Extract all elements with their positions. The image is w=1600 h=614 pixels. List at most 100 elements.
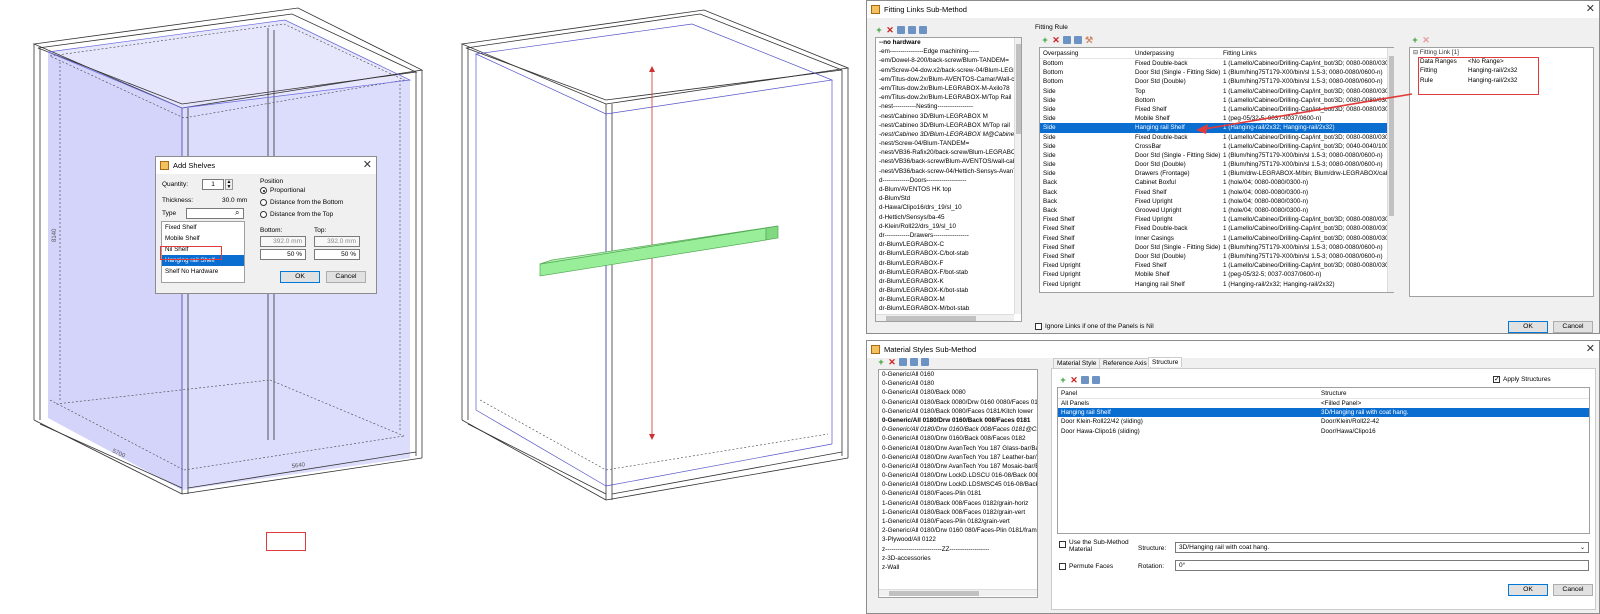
quantity-spinner[interactable]: ▲ ▼ <box>225 179 233 190</box>
material-style-item[interactable]: 0-Generic/All 0180/Drw LockD.LDSMSC45 01… <box>879 480 1037 489</box>
material-style-item[interactable]: 0-Generic/All 0180/Drw LockD.LDSCU 016-0… <box>879 471 1037 480</box>
method-item[interactable]: dr-Blum/LEGRABOX-F/bot-stab <box>876 268 1021 277</box>
copy-icon[interactable] <box>1081 376 1089 384</box>
method-item[interactable]: -nest/VB36-Rafix20/back-screw/Blum-LEGRA… <box>876 148 1021 157</box>
rule-row[interactable]: Back Grooved Upright 1 (hole/04; 0080-0080… <box>1040 206 1393 215</box>
material-style-item[interactable]: 0-Generic/All 0180/Drw 0160/Back 008/Fac… <box>879 434 1037 443</box>
material-style-item[interactable]: 0-Generic/All 0180/Back 0080 <box>879 388 1037 397</box>
method-item[interactable]: d-Blum/AVENTOS HK top <box>876 185 1021 194</box>
position-options[interactable]: Proportional Distance from the Bottom Dist… <box>260 187 343 223</box>
method-item[interactable]: d-Klein/Roll22/drs_19/sl_10 <box>876 222 1021 231</box>
rule-row[interactable]: Bottom Fixed Double-back 1 (Lamello/Cabine… <box>1040 59 1393 68</box>
methods-scrollbar[interactable] <box>1014 38 1021 314</box>
add-icon[interactable]: + <box>875 26 883 35</box>
method-item[interactable]: dr-Blum/LEGRABOX-F <box>876 259 1021 268</box>
delete-icon[interactable]: ✕ <box>886 26 894 35</box>
top-percent-input[interactable]: 50 % <box>314 249 360 260</box>
rule-row[interactable]: Bottom Door Std (Single - Fitting Side) 1 … <box>1040 68 1393 77</box>
material-style-item[interactable]: 0-Generic/All 0180/Back 0080/Faces 0181/… <box>879 407 1037 416</box>
paste-icon[interactable] <box>1092 376 1100 384</box>
material-style-item[interactable]: 0-Generic/All 0180/Drw 0160/Back 008/Fac… <box>879 425 1037 434</box>
method-item[interactable]: d-Hawa/Clipo16/drs_19/sl_10 <box>876 203 1021 212</box>
col-underpassing[interactable]: Underpassing <box>1132 48 1220 58</box>
structure-table[interactable]: Panel Structure All Panels <Filled Panel>… <box>1057 387 1590 534</box>
method-item[interactable]: -nest/VB36/back-screw/Blum-AVENTOS/wall-… <box>876 157 1021 166</box>
rule-row[interactable]: Fixed Shelf Door Std (Double) 1 (Blum/hing… <box>1040 252 1393 261</box>
paste-icon[interactable] <box>1074 36 1082 44</box>
add-icon[interactable]: + <box>1059 376 1067 385</box>
method-item[interactable]: d-------------Doors------------------- <box>876 176 1021 185</box>
structure-select[interactable]: 3D/Hanging rail with coat hang. ⌄ <box>1175 542 1589 553</box>
rule-row[interactable]: Fixed Shelf Door Std (Single - Fitting Si… <box>1040 243 1393 252</box>
method-item[interactable]: -nest-----------Nesting----------------- <box>876 102 1021 111</box>
material-style-item[interactable]: 3-Plywood/All 0122 <box>879 535 1037 544</box>
copy-icon[interactable] <box>899 358 907 366</box>
structure-row[interactable]: Door Klein-Roll22/42 (sliding) Door/Klein… <box>1058 417 1589 426</box>
ok-button[interactable]: OK <box>1508 584 1548 596</box>
material-style-item[interactable]: z---------------------------ZZ----------… <box>879 545 1037 554</box>
add-icon[interactable]: + <box>1041 36 1049 45</box>
method-item[interactable]: dr-Blum/LEGRABOX-M <box>876 295 1021 304</box>
methods-hscrollbar[interactable] <box>876 314 1014 321</box>
method-item[interactable]: -em/Screw-04-dow.x2/back-screw-04/Blum-L… <box>876 66 1021 75</box>
method-item[interactable]: dr-Blum/LEGRABOX-C/bot-stab <box>876 249 1021 258</box>
method-item[interactable]: -nest/Cabineo 3D/Blum-LEGRABOX M/Top rai… <box>876 121 1021 130</box>
material-style-item[interactable]: 0-Generic/All 0180/Back 0080/Drw 0160 00… <box>879 398 1037 407</box>
shelf-type-item[interactable]: Mobile Shelf <box>162 233 244 244</box>
radio-icon[interactable] <box>260 211 267 218</box>
col-structure[interactable]: Structure <box>1318 388 1578 398</box>
ok-button[interactable]: OK <box>1508 321 1548 333</box>
close-icon[interactable]: ✕ <box>1586 2 1595 16</box>
rule-row[interactable]: Side Drawers (Frontage) 1 (Blum/drw-LEGRAB… <box>1040 169 1393 178</box>
position-option-radio[interactable]: Distance from the Bottom <box>260 199 343 211</box>
copy-icon[interactable] <box>1063 36 1071 44</box>
tab-structure[interactable]: Structure <box>1148 357 1183 367</box>
method-item[interactable]: dr-Blum/LEGRABOX-C <box>876 240 1021 249</box>
material-style-item[interactable]: 0-Generic/All 0180/Drw AvanTech You 187 … <box>879 462 1037 471</box>
rule-row[interactable]: Fixed Upright Fixed Shelf 1 (Lamello/Cabin… <box>1040 261 1393 270</box>
cabinet-3d-view-left[interactable]: 8140 5700 5640 <box>0 0 440 614</box>
material-style-item[interactable]: 0-Generic/All 0160 <box>879 370 1037 379</box>
rule-row[interactable]: Fixed Upright Hanging rail Shelf 1 (Hangin… <box>1040 280 1393 289</box>
material-style-item[interactable]: 1-Generic/All 0180/Back 008/Faces 0182/g… <box>879 508 1037 517</box>
radio-icon[interactable] <box>260 199 267 206</box>
method-item[interactable]: -nest/VB36/back-screw-04/Hettich-Sensys-… <box>876 167 1021 176</box>
method-item[interactable]: -em/Dowel-8-200/back-screw/Blum-TANDEM= <box>876 56 1021 65</box>
tab-reference-axis[interactable]: Reference Axis <box>1099 358 1151 368</box>
rule-row[interactable]: Fixed Upright Mobile Shelf 1 (peg-05/32-5;… <box>1040 270 1393 279</box>
method-item[interactable]: -nest/Cabineo 3D/Blum-LEGRABOX M@Cabinet… <box>876 130 1021 139</box>
hanging-rail-shelf-3d[interactable] <box>539 225 779 277</box>
material-style-item[interactable]: 0-Generic/All 0180 <box>879 379 1037 388</box>
rule-row[interactable]: Fixed Shelf Inner Casings 1 (Lamello/Cabin… <box>1040 234 1393 243</box>
method-item[interactable]: dr-Blum/LEGRABOX-M/bot-stab <box>876 304 1021 313</box>
apply-structures-checkbox[interactable]: ✓ Apply Structures <box>1493 376 1551 383</box>
delete-icon[interactable]: ✕ <box>1070 376 1078 385</box>
thickness-value[interactable]: 30.0 mm <box>222 197 247 204</box>
permute-faces-checkbox[interactable]: Permute Faces <box>1059 563 1113 570</box>
add-icon[interactable]: + <box>1411 36 1419 45</box>
cancel-button[interactable]: Cancel <box>326 271 366 283</box>
method-item[interactable]: d-Blum/Std <box>876 194 1021 203</box>
edit-icon[interactable] <box>910 358 918 366</box>
method-item[interactable]: --no hardware <box>876 38 1021 47</box>
delete-icon[interactable]: ✕ <box>1422 36 1430 45</box>
material-style-item[interactable]: 2-Generic/All 0180/Drw 0160 080/Faces-Pl… <box>879 526 1037 535</box>
rule-row[interactable]: Side Door Std (Single - Fitting Side) 1 (B… <box>1040 151 1393 160</box>
close-icon[interactable]: ✕ <box>1586 342 1595 356</box>
close-icon[interactable]: ✕ <box>363 158 372 172</box>
bottom-percent-input[interactable]: 50 % <box>260 249 306 260</box>
material-style-item[interactable]: 1-Generic/All 0180/Faces-Plin 0182/grain… <box>879 517 1037 526</box>
rule-row[interactable]: Bottom Door Std (Double) 1 (Blum/hing75T17… <box>1040 77 1393 86</box>
method-item[interactable]: d-Hettich/Sensys/ba-45 <box>876 213 1021 222</box>
chevron-down-icon[interactable]: ⌄ <box>1580 543 1585 552</box>
search-icon[interactable]: ⌕ <box>235 208 239 218</box>
structure-row[interactable]: All Panels <Filled Panel> <box>1058 399 1589 408</box>
fitting-rules-table[interactable]: Overpassing Underpassing Fitting Links B… <box>1039 47 1394 293</box>
styles-hscrollbar[interactable] <box>879 589 1037 596</box>
rule-row[interactable]: Side CrossBar 1 (Lamello/Cabineo/Drilling-… <box>1040 142 1393 151</box>
use-submethod-checkbox[interactable]: Use the Sub-Method Material <box>1059 539 1131 553</box>
bottom-mm-input[interactable]: 392.0 mm <box>260 236 306 247</box>
delete-icon[interactable]: ✕ <box>1052 36 1060 45</box>
method-item[interactable]: -nest/Screw-04/Blum-TANDEM= <box>876 139 1021 148</box>
material-styles-list[interactable]: 0-Generic/All 0160 0-Generic/All 0180 0-Ge… <box>878 369 1038 598</box>
